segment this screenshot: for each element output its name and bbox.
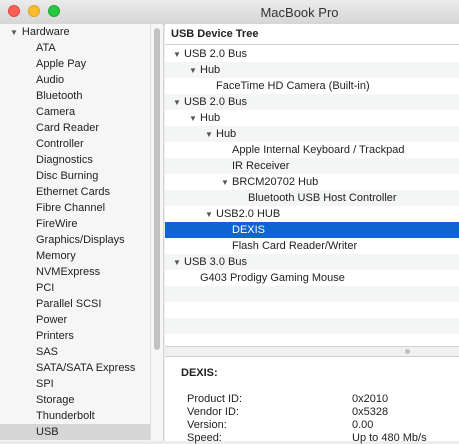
- tree-row[interactable]: Apple Internal Keyboard / Trackpad: [165, 142, 459, 158]
- tree-row-label: FaceTime HD Camera (Built-in): [216, 80, 370, 92]
- disclosure-triangle-icon[interactable]: ▼: [173, 47, 184, 63]
- tree-row-label: Bluetooth USB Host Controller: [248, 192, 397, 204]
- tree-row[interactable]: DEXIS: [165, 222, 459, 238]
- tree-row[interactable]: G403 Prodigy Gaming Mouse: [165, 270, 459, 286]
- tree-row[interactable]: ▼ USB2.0 HUB: [165, 206, 459, 222]
- sidebar-item-printers[interactable]: Printers: [0, 328, 150, 344]
- tree-row[interactable]: ▼ Hub: [165, 62, 459, 78]
- sidebar-item-power[interactable]: Power: [0, 312, 150, 328]
- sidebar-item-memory[interactable]: Memory: [0, 248, 150, 264]
- tree-row-label: BRCM20702 Hub: [232, 176, 319, 188]
- property-name: Version:: [187, 419, 227, 431]
- tree-row[interactable]: ▼ Hub: [165, 110, 459, 126]
- sidebar-item-apple-pay[interactable]: Apple Pay: [0, 56, 150, 72]
- sidebar-group-label: Hardware: [21, 26, 70, 38]
- tree-row[interactable]: ▼ USB 2.0 Bus: [165, 94, 459, 110]
- disclosure-triangle-icon[interactable]: ▼: [205, 127, 216, 143]
- main-panel: USB Device Tree ▼ USB 2.0 Bus ▼ Hub FaceTime…: [165, 24, 459, 444]
- tree-row-label: USB 3.0 Bus: [184, 256, 247, 268]
- property-value: 0x2010: [352, 393, 389, 405]
- sidebar-item-firewire[interactable]: FireWire: [0, 216, 150, 232]
- tree-row-label: USB2.0 HUB: [216, 208, 281, 220]
- tree-row[interactable]: ▼ BRCM20702 Hub: [165, 174, 459, 190]
- sidebar-item-ata[interactable]: ATA: [0, 40, 150, 56]
- property-value: 0x5328: [352, 406, 389, 418]
- tree-row-label: Hub: [216, 128, 237, 140]
- disclosure-triangle-icon[interactable]: ▼: [189, 111, 200, 127]
- detail-pane: DEXIS: Product ID: 0x2010 Vendor ID: 0x5328…: [165, 357, 459, 444]
- tree-row[interactable]: FaceTime HD Camera (Built-in): [165, 78, 459, 94]
- sidebar-item-parallel-scsi[interactable]: Parallel SCSI: [0, 296, 150, 312]
- sidebar-item-sas[interactable]: SAS: [0, 344, 150, 360]
- sidebar-item-graphics-displays[interactable]: Graphics/Displays: [0, 232, 150, 248]
- property-value: 0.00: [352, 419, 374, 431]
- tree-row-label: Hub: [200, 112, 221, 124]
- sidebar-item-bluetooth[interactable]: Bluetooth: [0, 88, 150, 104]
- tree-row-label: DEXIS: [232, 224, 266, 236]
- disclosure-triangle-icon[interactable]: ▼: [10, 28, 18, 37]
- disclosure-triangle-icon[interactable]: ▼: [189, 63, 200, 79]
- tree-row[interactable]: IR Receiver: [165, 158, 459, 174]
- usb-device-tree: ▼ USB 2.0 Bus ▼ Hub FaceTime HD Camera (Buil…: [165, 46, 459, 366]
- tree-row-label: Apple Internal Keyboard / Trackpad: [232, 144, 405, 156]
- sidebar-scrollbar-thumb[interactable]: [154, 28, 160, 350]
- split-divider[interactable]: [165, 346, 459, 357]
- disclosure-triangle-icon[interactable]: ▼: [221, 175, 232, 191]
- tree-row[interactable]: ▼ Hub: [165, 126, 459, 142]
- tree-row-label: IR Receiver: [232, 160, 290, 172]
- disclosure-triangle-icon[interactable]: ▼: [173, 95, 184, 111]
- sidebar-item-nvmexpress[interactable]: NVMExpress: [0, 264, 150, 280]
- tree-row-label: USB 2.0 Bus: [184, 96, 247, 108]
- sidebar-item-audio[interactable]: Audio: [0, 72, 150, 88]
- empty-row: [165, 286, 459, 302]
- empty-row: [165, 302, 459, 318]
- sidebar-item-card-reader[interactable]: Card Reader: [0, 120, 150, 136]
- sidebar-item-sata-sata-express[interactable]: SATA/SATA Express: [0, 360, 150, 376]
- property-value: Up to 480 Mb/s: [352, 432, 427, 444]
- tree-row[interactable]: ▼ USB 3.0 Bus: [165, 254, 459, 270]
- tree-row-label: G403 Prodigy Gaming Mouse: [200, 272, 345, 284]
- sidebar-item-diagnostics[interactable]: Diagnostics: [0, 152, 150, 168]
- sidebar-item-pci[interactable]: PCI: [0, 280, 150, 296]
- empty-row: [165, 318, 459, 334]
- divider-handle-icon[interactable]: [405, 349, 410, 354]
- sidebar-item-camera[interactable]: Camera: [0, 104, 150, 120]
- title-bar: MacBook Pro: [0, 0, 459, 25]
- tree-header: USB Device Tree: [165, 24, 459, 45]
- property-name: Vendor ID:: [187, 406, 239, 418]
- property-name: Product ID:: [187, 393, 243, 405]
- sidebar-item-fibre-channel[interactable]: Fibre Channel: [0, 200, 150, 216]
- sidebar-item-controller[interactable]: Controller: [0, 136, 150, 152]
- sidebar-item-thunderbolt[interactable]: Thunderbolt: [0, 408, 150, 424]
- sidebar-item-usb[interactable]: USB: [0, 424, 150, 440]
- disclosure-triangle-icon[interactable]: ▼: [205, 207, 216, 223]
- tree-row[interactable]: ▼ USB 2.0 Bus: [165, 46, 459, 62]
- tree-row-label: Hub: [200, 64, 221, 76]
- disclosure-triangle-icon[interactable]: ▼: [173, 255, 184, 271]
- tree-row[interactable]: Flash Card Reader/Writer: [165, 238, 459, 254]
- tree-row-label: USB 2.0 Bus: [184, 48, 247, 60]
- window-title: MacBook Pro: [260, 5, 339, 20]
- tree-row[interactable]: Bluetooth USB Host Controller: [165, 190, 459, 206]
- property-name: Speed:: [187, 432, 222, 444]
- sidebar: ▼ Hardware ATA Apple Pay Audio Bluetooth Came…: [0, 24, 150, 441]
- sidebar-item-storage[interactable]: Storage: [0, 392, 150, 408]
- sidebar-item-disc-burning[interactable]: Disc Burning: [0, 168, 150, 184]
- sidebar-group-hardware[interactable]: ▼ Hardware: [0, 24, 150, 40]
- sidebar-item-ethernet-cards[interactable]: Ethernet Cards: [0, 184, 150, 200]
- sidebar-list: ATA Apple Pay Audio Bluetooth Camera Card Rea…: [0, 40, 150, 440]
- detail-title: DEXIS:: [181, 367, 218, 379]
- sidebar-item-spi[interactable]: SPI: [0, 376, 150, 392]
- tree-row-label: Flash Card Reader/Writer: [232, 240, 358, 252]
